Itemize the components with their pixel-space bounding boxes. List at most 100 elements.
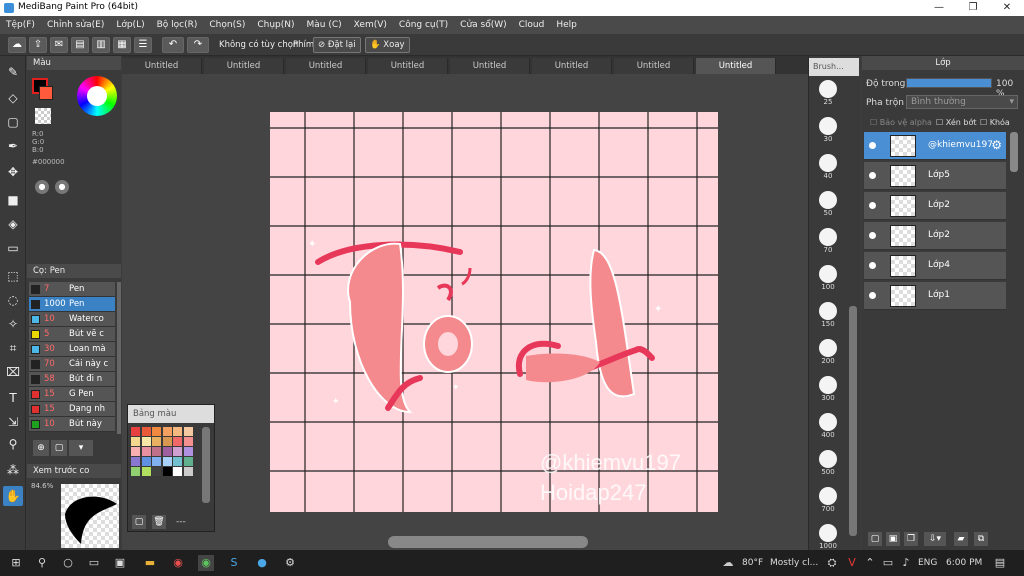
brush-size-option[interactable]: 500 (816, 450, 840, 476)
palette-swatch[interactable] (152, 437, 161, 446)
canvas[interactable]: ✦ ✦ ✦ ✦ @khiemvu197 Hoidap247 (270, 112, 718, 512)
undo-icon[interactable]: ↶ (162, 37, 184, 53)
horizontal-scrollbar[interactable] (388, 536, 588, 548)
comment-icon[interactable]: ✉ (50, 37, 68, 53)
bucket-tool-icon[interactable]: ◈ (3, 214, 23, 234)
menu-edit[interactable]: Chỉnh sửa(E) (47, 20, 104, 30)
menu-window[interactable]: Cửa sổ(W) (460, 20, 506, 30)
layer-item[interactable]: Lớp1 (864, 282, 1006, 310)
text-tool-icon[interactable]: T (3, 388, 23, 408)
tab-7[interactable]: Untitled (614, 58, 694, 74)
clip-checkbox[interactable]: ☐ Xén bớt (936, 118, 976, 127)
palette-swatch[interactable] (141, 457, 151, 466)
brush-size-option[interactable]: 150 (816, 302, 840, 328)
palette-swatch[interactable] (162, 457, 172, 466)
menu-capture[interactable]: Chụp(N) (257, 20, 294, 30)
redo-icon[interactable]: ↷ (187, 37, 209, 53)
select-pen-tool-icon[interactable]: ⌗ (3, 338, 23, 358)
file-explorer-icon[interactable]: ▬ (142, 555, 158, 571)
lock-checkbox[interactable]: ☐ Khóa (980, 118, 1010, 127)
brush-item[interactable]: 10 Waterco (29, 312, 115, 327)
pen-tool-icon[interactable]: ✒ (3, 136, 23, 156)
folder-icon[interactable]: ▰ (954, 532, 968, 546)
palette-swatch[interactable] (183, 437, 193, 446)
background-color[interactable] (39, 86, 53, 100)
tab-6[interactable]: Untitled (532, 58, 612, 74)
brush-item[interactable]: 7 Pen (29, 282, 115, 297)
settings-gear-icon[interactable]: ⚙ (282, 555, 298, 571)
palette-scrollbar[interactable] (202, 427, 210, 503)
palette-swatch[interactable] (131, 457, 140, 466)
network-icon[interactable]: ▭ (880, 555, 896, 571)
tab-5[interactable]: Untitled (450, 58, 530, 74)
palette-swatch[interactable] (131, 437, 140, 446)
brush-tool-icon[interactable]: ✎ (3, 62, 23, 82)
palette-swatch[interactable] (152, 457, 161, 466)
chrome-icon[interactable]: ◉ (170, 555, 186, 571)
brush-size-option[interactable]: 100 (816, 265, 840, 291)
brush-item[interactable]: 10 Bút này (29, 417, 115, 432)
new-halftone-layer-icon[interactable]: ▣ (886, 532, 900, 546)
brush-menu-icon[interactable]: ▾ (69, 440, 93, 456)
palette-swatch[interactable] (152, 447, 161, 456)
merge-layer-icon[interactable]: ⧉ (974, 532, 988, 546)
people-icon[interactable]: ⛭ (824, 555, 840, 571)
layer-item[interactable]: @khiemvu197 ⚙ (864, 132, 1006, 160)
visibility-eye-icon[interactable] (869, 202, 876, 209)
visibility-eye-icon[interactable] (869, 232, 876, 239)
rectangle-tool-icon[interactable]: ▢ (3, 112, 23, 132)
color-wheel[interactable] (77, 76, 117, 116)
protect-alpha-checkbox[interactable]: ☐ Bảo vệ alpha (870, 118, 932, 127)
opacity-slider[interactable] (906, 78, 992, 88)
palette-swatch[interactable] (183, 427, 193, 436)
windows-start-icon[interactable]: ⊞ (8, 555, 24, 571)
gradient-tool-icon[interactable]: ▭ (3, 238, 23, 258)
list-icon[interactable]: ☰ (134, 37, 152, 53)
brush-item[interactable]: 15 G Pen (29, 387, 115, 402)
brush-size-option[interactable]: 400 (816, 413, 840, 439)
layer-item[interactable]: Lớp5 (864, 162, 1006, 190)
hand-tool-icon[interactable]: ✋ (3, 486, 23, 506)
brush-size-option[interactable]: 25 (816, 80, 840, 106)
brush-size-option[interactable]: 40 (816, 154, 840, 180)
new-layer-icon[interactable]: ▢ (868, 532, 882, 546)
palette-icon[interactable]: ● (35, 180, 49, 194)
export-icon[interactable]: ▥ (92, 37, 110, 53)
brush-size-option[interactable]: 30 (816, 117, 840, 143)
eyedropper-tool-icon[interactable]: ⚲ (3, 434, 23, 454)
menu-cloud[interactable]: Cloud (519, 20, 545, 30)
layer-menu-icon[interactable]: ⇩▾ (924, 532, 946, 546)
palette-swatch[interactable] (141, 437, 151, 446)
palette-swatch[interactable] (141, 467, 151, 476)
palette-swatch[interactable] (131, 427, 140, 436)
brush-size-option[interactable]: 1000 (816, 524, 840, 550)
visibility-eye-icon[interactable] (869, 172, 876, 179)
share-icon[interactable]: ⇪ (29, 37, 47, 53)
palette-swatch[interactable] (152, 467, 161, 476)
clock[interactable]: 6:00 PM (946, 558, 982, 568)
palette-delete-icon[interactable]: 🗑 (152, 515, 166, 529)
palette-swatch[interactable] (162, 427, 172, 436)
eraser-tool-icon[interactable]: ◇ (3, 88, 23, 108)
menu-layer[interactable]: Lớp(L) (116, 20, 144, 30)
gear-icon[interactable]: ⚙ (991, 138, 1002, 152)
rotate-button[interactable]: ✋ Xoay (365, 37, 410, 53)
palette-swatch[interactable] (173, 457, 182, 466)
menu-file[interactable]: Tệp(F) (6, 20, 35, 30)
search-icon[interactable]: ⚲ (34, 555, 50, 571)
palette-new-icon[interactable]: ▢ (132, 515, 146, 529)
magic-wand-tool-icon[interactable]: ✧ (3, 314, 23, 334)
volume-icon[interactable]: ♪ (898, 555, 914, 571)
brush-item[interactable]: 58 Bút đi n (29, 372, 115, 387)
brush-item[interactable]: 70 Cái này c (29, 357, 115, 372)
brush-size-option[interactable]: 700 (816, 487, 840, 513)
task-view-icon[interactable]: ▭ (86, 555, 102, 571)
tab-3[interactable]: Untitled (286, 58, 366, 74)
brush-size-option[interactable]: 70 (816, 228, 840, 254)
palette-swatch[interactable] (141, 447, 151, 456)
palette-swatch[interactable] (183, 457, 193, 466)
close-button[interactable]: ✕ (990, 0, 1024, 16)
palette-swatch[interactable] (173, 437, 182, 446)
layer-item[interactable]: Lớp2 (864, 222, 1006, 250)
new-brush-icon[interactable]: ▢ (51, 440, 67, 456)
